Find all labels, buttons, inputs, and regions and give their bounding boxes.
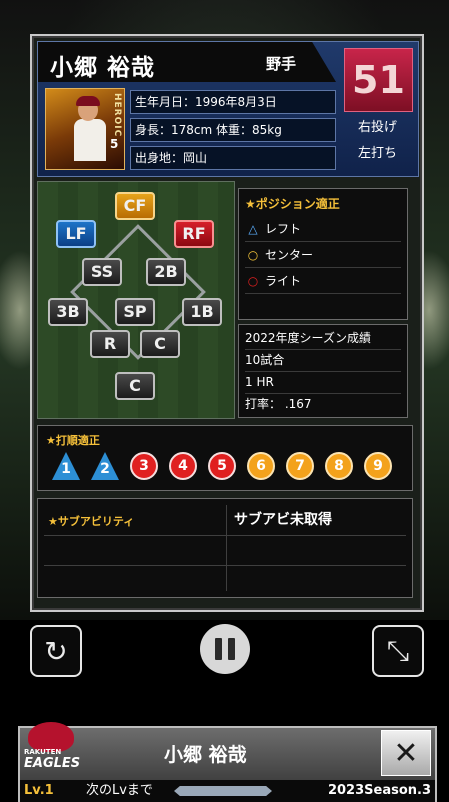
season-label: 2023Season.3 — [327, 783, 431, 798]
portrait-jersey-number: 5 — [110, 137, 119, 151]
level-row: Lv.1 次のLvまで 2023Season.3 — [20, 780, 435, 802]
batting-order-2: 2 — [91, 452, 119, 480]
level-label: Lv.1 — [24, 783, 54, 798]
player-card: 小郷 裕哉 野手 51 右投げ 左打ち 5 HEROIC 生年月日：1996年8… — [30, 34, 424, 612]
position-button-1b: 1B — [182, 298, 222, 326]
season-avg: 打率： .167 — [245, 397, 312, 411]
aptitude-label: ライト — [265, 274, 302, 288]
season-hr: 1 HR — [245, 371, 401, 394]
refresh-icon: ↻ — [44, 634, 68, 668]
aptitude-row: △ レフト — [245, 217, 401, 242]
aptitude-row: ○ センター — [245, 243, 401, 268]
body-row: 身長：178cm 体重：85kg — [130, 118, 336, 142]
position-button-3b: 3B — [48, 298, 88, 326]
batting-order-4: 4 — [169, 452, 197, 480]
portrait-cap — [76, 96, 100, 106]
player-portrait: 5 HEROIC — [45, 88, 125, 170]
bottom-player-bar: RAKUTEN EAGLES 小郷 裕哉 ✕ Lv.1 次のLvまで 2023S… — [18, 722, 437, 802]
fullscreen-icon: ⤡ — [386, 634, 410, 667]
team-logo: RAKUTEN EAGLES — [18, 722, 84, 780]
position-aptitude-panel: ★ポジション適正 △ レフト ○ センター ○ ライト — [238, 188, 408, 320]
circle-icon: ○ — [247, 274, 259, 288]
batting-order-9: 9 — [364, 452, 392, 480]
refresh-button[interactable]: ↻ — [30, 625, 82, 677]
pause-button[interactable] — [200, 624, 250, 674]
bats-label: 左打ち — [357, 146, 397, 161]
bottom-player-name: 小郷 裕哉 — [164, 744, 247, 766]
close-icon: ✕ — [393, 735, 419, 771]
position-label: 野手 — [266, 55, 297, 73]
aptitude-label: センター — [265, 248, 314, 262]
pause-icon-bar — [215, 638, 222, 660]
position-button-sp: SP — [115, 298, 155, 326]
aptitude-row: ○ ライト — [245, 269, 401, 294]
batting-order-title: ★打順適正 — [46, 434, 100, 447]
sub-ability-title: ★サブアビリティ — [48, 515, 135, 528]
birthday-row: 生年月日：1996年8月3日 — [130, 90, 336, 114]
season-title: 2022年度シーズン成績 — [245, 327, 401, 350]
throws-label: 右投げ — [357, 120, 397, 135]
batting-order-7: 7 — [286, 452, 314, 480]
sub-ability-line — [44, 565, 406, 566]
player-name: 小郷 裕哉 — [50, 55, 156, 81]
position-button-c: C — [140, 330, 180, 358]
position-button-lf: LF — [56, 220, 96, 248]
player-header: 小郷 裕哉 野手 51 右投げ 左打ち 5 HEROIC 生年月日：1996年8… — [37, 41, 419, 177]
batting-order-6: 6 — [247, 452, 275, 480]
name-bar: 小郷 裕哉 野手 — [38, 42, 336, 82]
batting-order-panel: ★打順適正 123456789 — [37, 425, 413, 491]
position-button-cf: CF — [115, 192, 155, 220]
hometown-row: 出身地：岡山 — [130, 146, 336, 170]
team-logo-small-text: RAKUTEN — [24, 748, 62, 756]
circle-icon: ○ — [247, 248, 259, 262]
portrait-badge-text: HEROIC — [112, 93, 122, 138]
season-stats-panel: 2022年度シーズン成績 10試合 1 HR 打率： .167 — [238, 324, 408, 418]
batting-order-5: 5 — [208, 452, 236, 480]
position-button-2b: 2B — [146, 258, 186, 286]
next-level-label: 次のLvまで — [86, 783, 153, 798]
position-field: CF LF RF SS 2B 3B SP 1B R C C — [37, 181, 235, 419]
batting-order-8: 8 — [325, 452, 353, 480]
portrait-jersey — [74, 119, 106, 161]
uniform-number: 51 — [344, 48, 413, 112]
position-button-r: R — [90, 330, 130, 358]
pause-icon-bar — [228, 638, 235, 660]
team-logo-big-text: EAGLES — [24, 756, 81, 771]
sub-ability-panel: ★サブアビリティ サブアビ未取得 — [37, 498, 413, 598]
sub-ability-status: サブアビ未取得 — [234, 512, 332, 528]
batting-order-1: 1 — [52, 452, 80, 480]
position-button-rf: RF — [174, 220, 214, 248]
close-button[interactable]: ✕ — [381, 730, 431, 776]
position-button-c: C — [115, 372, 155, 400]
sub-ability-line — [44, 535, 406, 536]
triangle-icon: △ — [248, 222, 258, 236]
exp-progress-bar — [174, 786, 272, 796]
position-button-ss: SS — [82, 258, 122, 286]
sub-ability-divider — [226, 505, 227, 591]
fullscreen-button[interactable]: ⤡ — [372, 625, 424, 677]
batting-order-3: 3 — [130, 452, 158, 480]
aptitude-label: レフト — [265, 222, 302, 236]
season-games: 10試合 — [245, 349, 401, 372]
aptitude-title: ★ポジション適正 — [245, 197, 340, 211]
